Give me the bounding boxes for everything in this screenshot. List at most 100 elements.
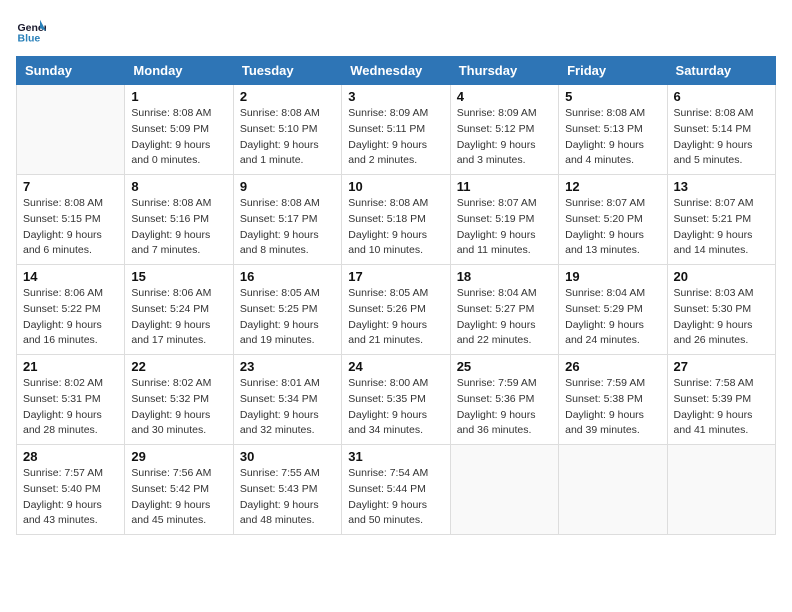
calendar-cell: 5Sunrise: 8:08 AM Sunset: 5:13 PM Daylig… [559, 85, 667, 175]
calendar-body: 1 Sunrise: 8:08 AM Sunset: 5:09 PM Daylig… [17, 85, 776, 535]
day-info: Sunrise: 7:58 AM Sunset: 5:39 PM Dayligh… [674, 376, 769, 439]
calendar-cell [450, 445, 558, 535]
day-info: Sunrise: 8:08 AM Sunset: 5:13 PM Dayligh… [565, 106, 660, 169]
day-info: Sunrise: 8:08 AM Sunset: 5:17 PM Dayligh… [240, 196, 335, 259]
calendar-cell: 15 Sunrise: 8:06 AM Sunset: 5:24 PM Dayli… [125, 265, 233, 355]
calendar-header: SundayMondayTuesdayWednesdayThursdayFrid… [17, 57, 776, 85]
calendar-cell: 25 Sunrise: 7:59 AM Sunset: 5:36 PM Dayli… [450, 355, 558, 445]
day-info: Sunrise: 8:02 AM Sunset: 5:31 PM Dayligh… [23, 376, 118, 439]
day-number: 20 [674, 269, 769, 284]
calendar-cell: 21 Sunrise: 8:02 AM Sunset: 5:31 PM Dayli… [17, 355, 125, 445]
calendar-cell: 8 Sunrise: 8:08 AM Sunset: 5:16 PM Daylig… [125, 175, 233, 265]
calendar-cell: 10 Sunrise: 8:08 AM Sunset: 5:18 PM Dayli… [342, 175, 450, 265]
day-info: Sunrise: 8:09 AM Sunset: 5:12 PM Dayligh… [457, 106, 552, 169]
day-number: 18 [457, 269, 552, 284]
day-number: 4 [457, 89, 552, 104]
week-row-2: 14Sunrise: 8:06 AM Sunset: 5:22 PM Dayli… [17, 265, 776, 355]
day-info: Sunrise: 8:06 AM Sunset: 5:24 PM Dayligh… [131, 286, 226, 349]
day-info: Sunrise: 8:08 AM Sunset: 5:16 PM Dayligh… [131, 196, 226, 259]
day-info: Sunrise: 8:05 AM Sunset: 5:26 PM Dayligh… [348, 286, 443, 349]
day-number: 29 [131, 449, 226, 464]
day-info: Sunrise: 7:55 AM Sunset: 5:43 PM Dayligh… [240, 466, 335, 529]
calendar-cell: 4 Sunrise: 8:09 AM Sunset: 5:12 PM Daylig… [450, 85, 558, 175]
day-number: 22 [131, 359, 226, 374]
day-header-sunday: Sunday [17, 57, 125, 85]
day-number: 10 [348, 179, 443, 194]
day-number: 6 [674, 89, 769, 104]
day-number: 15 [131, 269, 226, 284]
calendar-cell: 16 Sunrise: 8:05 AM Sunset: 5:25 PM Dayli… [233, 265, 341, 355]
calendar-cell: 11 Sunrise: 8:07 AM Sunset: 5:19 PM Dayli… [450, 175, 558, 265]
day-info: Sunrise: 8:04 AM Sunset: 5:29 PM Dayligh… [565, 286, 660, 349]
day-info: Sunrise: 7:54 AM Sunset: 5:44 PM Dayligh… [348, 466, 443, 529]
day-info: Sunrise: 8:00 AM Sunset: 5:35 PM Dayligh… [348, 376, 443, 439]
day-header-row: SundayMondayTuesdayWednesdayThursdayFrid… [17, 57, 776, 85]
day-number: 19 [565, 269, 660, 284]
day-info: Sunrise: 8:04 AM Sunset: 5:27 PM Dayligh… [457, 286, 552, 349]
calendar-cell: 19 Sunrise: 8:04 AM Sunset: 5:29 PM Dayli… [559, 265, 667, 355]
day-number: 23 [240, 359, 335, 374]
calendar-cell: 14Sunrise: 8:06 AM Sunset: 5:22 PM Dayli… [17, 265, 125, 355]
day-number: 26 [565, 359, 660, 374]
calendar-cell: 7 Sunrise: 8:08 AM Sunset: 5:15 PM Daylig… [17, 175, 125, 265]
day-number: 2 [240, 89, 335, 104]
day-number: 16 [240, 269, 335, 284]
calendar-cell: 31Sunrise: 7:54 AM Sunset: 5:44 PM Dayli… [342, 445, 450, 535]
day-number: 8 [131, 179, 226, 194]
day-header-thursday: Thursday [450, 57, 558, 85]
svg-text:Blue: Blue [18, 33, 41, 45]
page-header: General Blue [16, 16, 776, 46]
day-header-saturday: Saturday [667, 57, 775, 85]
day-header-monday: Monday [125, 57, 233, 85]
day-number: 3 [348, 89, 443, 104]
calendar-cell: 28 Sunrise: 7:57 AM Sunset: 5:40 PM Dayli… [17, 445, 125, 535]
day-info: Sunrise: 8:08 AM Sunset: 5:18 PM Dayligh… [348, 196, 443, 259]
calendar-cell [559, 445, 667, 535]
day-info: Sunrise: 8:07 AM Sunset: 5:20 PM Dayligh… [565, 196, 660, 259]
week-row-0: 1 Sunrise: 8:08 AM Sunset: 5:09 PM Daylig… [17, 85, 776, 175]
calendar-table: SundayMondayTuesdayWednesdayThursdayFrid… [16, 56, 776, 535]
calendar-cell: 1 Sunrise: 8:08 AM Sunset: 5:09 PM Daylig… [125, 85, 233, 175]
day-info: Sunrise: 7:59 AM Sunset: 5:36 PM Dayligh… [457, 376, 552, 439]
day-header-tuesday: Tuesday [233, 57, 341, 85]
day-number: 17 [348, 269, 443, 284]
day-info: Sunrise: 7:56 AM Sunset: 5:42 PM Dayligh… [131, 466, 226, 529]
day-number: 9 [240, 179, 335, 194]
calendar-cell: 27Sunrise: 7:58 AM Sunset: 5:39 PM Dayli… [667, 355, 775, 445]
day-info: Sunrise: 8:02 AM Sunset: 5:32 PM Dayligh… [131, 376, 226, 439]
day-number: 21 [23, 359, 118, 374]
day-number: 7 [23, 179, 118, 194]
week-row-3: 21 Sunrise: 8:02 AM Sunset: 5:31 PM Dayli… [17, 355, 776, 445]
day-info: Sunrise: 7:59 AM Sunset: 5:38 PM Dayligh… [565, 376, 660, 439]
calendar-cell: 22 Sunrise: 8:02 AM Sunset: 5:32 PM Dayli… [125, 355, 233, 445]
day-info: Sunrise: 8:08 AM Sunset: 5:14 PM Dayligh… [674, 106, 769, 169]
calendar-cell: 6 Sunrise: 8:08 AM Sunset: 5:14 PM Daylig… [667, 85, 775, 175]
week-row-1: 7 Sunrise: 8:08 AM Sunset: 5:15 PM Daylig… [17, 175, 776, 265]
logo: General Blue [16, 16, 50, 46]
day-info: Sunrise: 8:08 AM Sunset: 5:15 PM Dayligh… [23, 196, 118, 259]
calendar-cell: 17 Sunrise: 8:05 AM Sunset: 5:26 PM Dayli… [342, 265, 450, 355]
day-info: Sunrise: 8:07 AM Sunset: 5:19 PM Dayligh… [457, 196, 552, 259]
day-number: 24 [348, 359, 443, 374]
calendar-cell: 2 Sunrise: 8:08 AM Sunset: 5:10 PM Daylig… [233, 85, 341, 175]
day-number: 25 [457, 359, 552, 374]
day-info: Sunrise: 8:01 AM Sunset: 5:34 PM Dayligh… [240, 376, 335, 439]
day-number: 28 [23, 449, 118, 464]
day-number: 1 [131, 89, 226, 104]
calendar-cell: 26 Sunrise: 7:59 AM Sunset: 5:38 PM Dayli… [559, 355, 667, 445]
day-number: 12 [565, 179, 660, 194]
day-number: 11 [457, 179, 552, 194]
calendar-cell: 13 Sunrise: 8:07 AM Sunset: 5:21 PM Dayli… [667, 175, 775, 265]
calendar-cell: 24 Sunrise: 8:00 AM Sunset: 5:35 PM Dayli… [342, 355, 450, 445]
day-info: Sunrise: 8:08 AM Sunset: 5:09 PM Dayligh… [131, 106, 226, 169]
day-info: Sunrise: 8:05 AM Sunset: 5:25 PM Dayligh… [240, 286, 335, 349]
day-info: Sunrise: 7:57 AM Sunset: 5:40 PM Dayligh… [23, 466, 118, 529]
calendar-cell: 18 Sunrise: 8:04 AM Sunset: 5:27 PM Dayli… [450, 265, 558, 355]
calendar-cell: 20 Sunrise: 8:03 AM Sunset: 5:30 PM Dayli… [667, 265, 775, 355]
day-info: Sunrise: 8:07 AM Sunset: 5:21 PM Dayligh… [674, 196, 769, 259]
day-header-wednesday: Wednesday [342, 57, 450, 85]
day-info: Sunrise: 8:08 AM Sunset: 5:10 PM Dayligh… [240, 106, 335, 169]
day-number: 13 [674, 179, 769, 194]
calendar-cell: 30Sunrise: 7:55 AM Sunset: 5:43 PM Dayli… [233, 445, 341, 535]
day-info: Sunrise: 8:03 AM Sunset: 5:30 PM Dayligh… [674, 286, 769, 349]
